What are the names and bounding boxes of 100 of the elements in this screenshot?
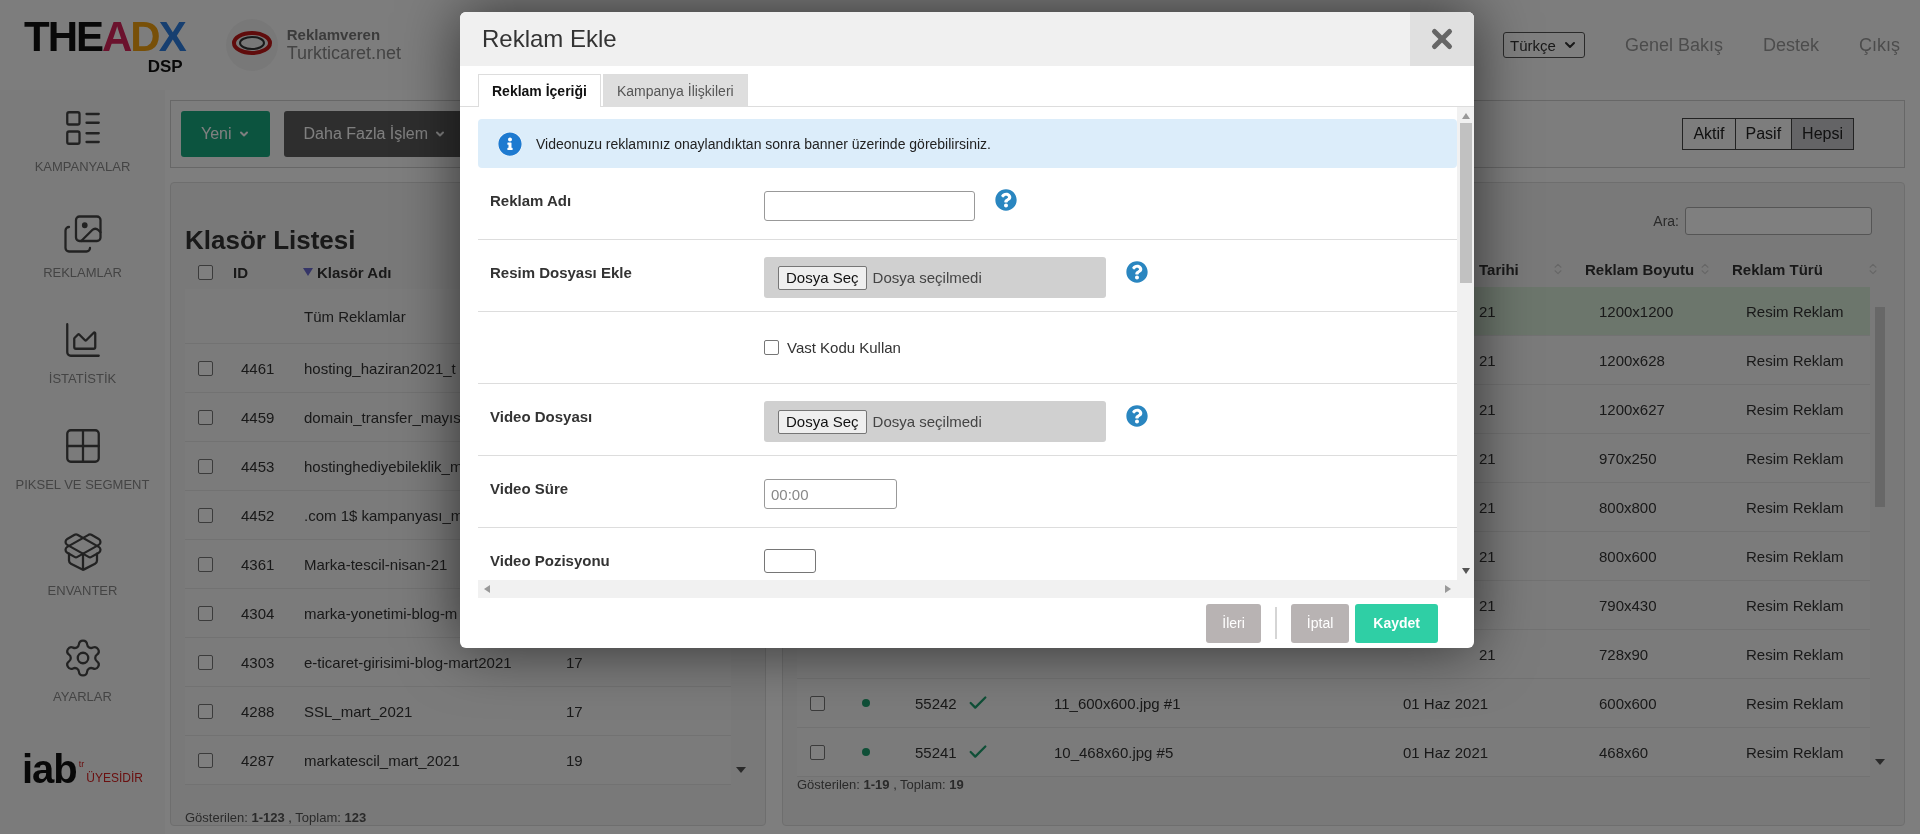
tab[interactable]: Reklam İçeriği	[478, 74, 601, 107]
scrollbar-thumb[interactable]	[1459, 123, 1472, 283]
checkbox[interactable]	[809, 744, 825, 760]
help-icon[interactable]	[995, 189, 1017, 211]
language-select[interactable]: Türkçe	[1503, 32, 1585, 58]
table-cell-text: 4453	[240, 457, 276, 475]
scroll-up-icon[interactable]	[1461, 113, 1470, 119]
column-header: ID	[233, 263, 248, 281]
table-cell-text: 4304	[240, 604, 276, 622]
table-cell-text: Resim Reklam	[1745, 351, 1845, 369]
search-field[interactable]	[1685, 207, 1872, 235]
field-label: Video Pozisyonu	[489, 551, 611, 571]
table-cell-text: 1200x627	[1598, 400, 1666, 418]
table-cell-text: 4459	[240, 408, 276, 426]
choose-file-button[interactable]: Dosya Seç	[778, 265, 867, 290]
column-header: Reklam Boyutu	[1585, 260, 1695, 278]
scroll-down-icon[interactable]	[736, 767, 746, 773]
table-cell-text: 4452	[240, 506, 276, 524]
field-label: Video Süre	[489, 479, 570, 499]
file-status-text: Dosya seçilmedi	[872, 413, 982, 430]
text-input-field[interactable]	[764, 191, 975, 221]
info-text: Videonuzu reklamınız onaylandıktan sonra banner üzerinde görebilirsiniz.	[536, 135, 991, 152]
checkbox[interactable]	[197, 360, 213, 376]
help-icon[interactable]	[1126, 261, 1148, 283]
choose-file-button[interactable]: Dosya Seç	[778, 409, 867, 434]
table-cell-text: 1200x1200	[1598, 302, 1675, 320]
table-cell-text: 790x430	[1598, 596, 1658, 614]
table-cell-text: Resim Reklam	[1745, 449, 1845, 467]
table-cell-text: 4461	[240, 359, 276, 377]
checkbox[interactable]	[197, 654, 213, 670]
table-cell-text: 4287	[240, 751, 276, 769]
position-select[interactable]	[764, 549, 816, 573]
sort-down-icon	[303, 268, 313, 276]
scroll-right-icon[interactable]	[1445, 585, 1451, 593]
table-cell-text: 19	[565, 751, 584, 769]
checkbox[interactable]	[197, 752, 213, 768]
checkbox[interactable]	[197, 409, 213, 425]
file-status-text: Dosya seçilmedi	[872, 269, 982, 286]
table-cell-text: 21	[1478, 400, 1497, 418]
checkbox[interactable]	[197, 605, 213, 621]
column-header: Tarihi	[1479, 260, 1519, 278]
scroll-left-icon[interactable]	[484, 585, 490, 593]
table-cell-text: 4303	[240, 653, 276, 671]
checkbox[interactable]	[197, 507, 213, 523]
checkbox[interactable]	[809, 695, 825, 711]
advertiser-name: Turkticaret.net	[286, 43, 402, 64]
checkbox[interactable]	[197, 458, 213, 474]
checkbox[interactable]	[197, 264, 213, 280]
filter-button[interactable]: Pasif	[1734, 118, 1793, 150]
table-cell-text: 4288	[240, 702, 276, 720]
panel-title: Klasör Listesi	[185, 225, 357, 255]
pagination-summary: Gösterilen: 1-123 , Toplam: 123	[185, 810, 368, 825]
table-cell-text: 21	[1478, 596, 1497, 614]
table-cell-text: Resim Reklam	[1745, 302, 1845, 320]
table-cell[interactable]: markatescil_mart_2021	[295, 751, 553, 769]
filter-button[interactable]: Aktif	[1682, 118, 1736, 150]
image-grid-icon	[61, 213, 104, 255]
table-cell[interactable]: SSL_mart_2021	[295, 702, 553, 720]
table-cell-text: 600x600	[1598, 694, 1658, 712]
search-label: Ara:	[1653, 213, 1679, 229]
field-label: Resim Dosyası Ekle	[489, 263, 633, 283]
scroll-down-icon[interactable]	[1875, 759, 1885, 765]
horizontal-scrollbar[interactable]	[478, 580, 1457, 598]
filter-button[interactable]: Hepsi	[1791, 118, 1854, 150]
checkbox[interactable]	[197, 556, 213, 572]
table-cell-text: 01 Haz 2021	[1402, 743, 1490, 761]
checkbox[interactable]	[764, 340, 779, 355]
checkbox[interactable]	[197, 703, 213, 719]
table-cell-text: 55242	[914, 694, 958, 712]
table-cell-text: 800x600	[1598, 547, 1658, 565]
info-icon	[498, 131, 522, 156]
table-cell-text: 728x90	[1598, 645, 1650, 663]
table-cell-text: 21	[1478, 498, 1497, 516]
file-field[interactable]: Dosya Seç Dosya seçilmedi	[764, 257, 1106, 298]
table-cell-text: 11_600x600.jpg #1	[1053, 694, 1182, 712]
vertical-scrollbar[interactable]	[1457, 107, 1474, 598]
field-label: Reklam Adı	[489, 191, 573, 211]
table-cell-text: 01 Haz 2021	[1402, 694, 1490, 712]
brand-logo: THEADX DSP	[23, 11, 187, 78]
table-cell-text: 21	[1478, 302, 1497, 320]
file-field[interactable]: Dosya Seç Dosya seçilmedi	[764, 401, 1106, 442]
table-cell-text: Resim Reklam	[1745, 694, 1845, 712]
table-cell-text: 468x60	[1598, 743, 1650, 761]
table-cell-text: 17	[565, 653, 584, 671]
table-cell-text: 970x250	[1598, 449, 1658, 467]
table-cell-text: 21	[1478, 547, 1497, 565]
table-cell-text: 4361	[240, 555, 276, 573]
help-icon[interactable]	[1126, 405, 1148, 427]
modal-title: Reklam Ekle	[482, 25, 617, 53]
table-cell-text: 10_468x60.jpg #5	[1053, 743, 1175, 761]
checkbox-label: Vast Kodu Kullan	[787, 339, 901, 356]
scroll-down-icon[interactable]	[1461, 568, 1470, 574]
text-input-field[interactable]: 00:00	[764, 479, 897, 509]
table-cell-text: Resim Reklam	[1745, 645, 1845, 663]
toolbar-button[interactable]: Yeni	[181, 111, 270, 157]
table-cell-text: Resim Reklam	[1745, 400, 1845, 418]
table-cell[interactable]: e-ticaret-girisimi-blog-mart2021	[295, 653, 553, 671]
tab[interactable]: Kampanya İlişkileri	[602, 74, 748, 107]
close-button[interactable]	[1410, 12, 1474, 66]
table-cell-text: 800x800	[1598, 498, 1658, 516]
